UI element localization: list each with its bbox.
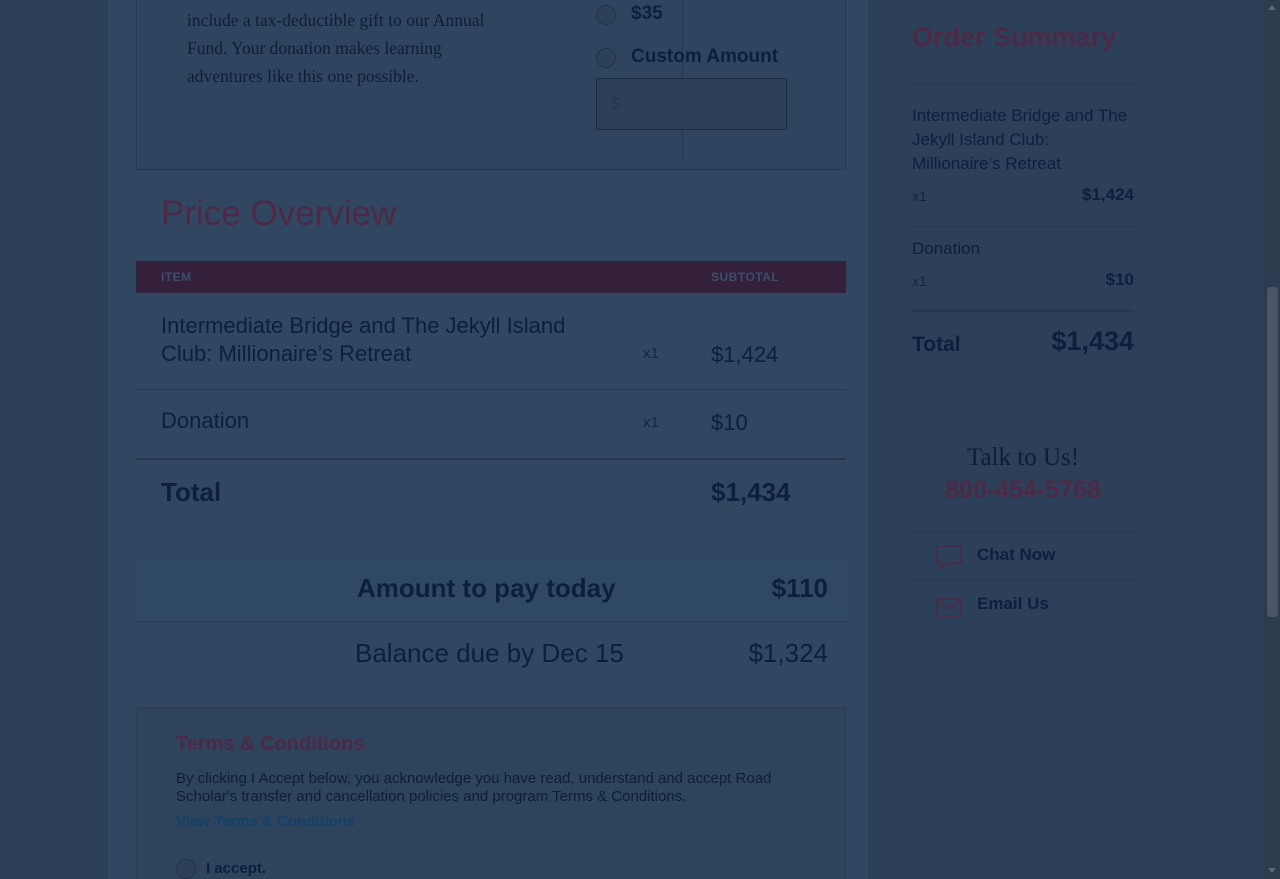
currency-prefix: $: [611, 94, 621, 113]
donation-custom-radio[interactable]: [596, 48, 616, 68]
chat-now-label: Chat Now: [977, 545, 1056, 564]
balance-due-label: Balance due by Dec 15: [355, 638, 624, 668]
scroll-thumb[interactable]: [1267, 287, 1278, 617]
terms-title: Terms & Conditions: [176, 733, 365, 755]
scroll-down-icon[interactable]: [1268, 868, 1276, 873]
donation-custom-label[interactable]: Custom Amount: [631, 46, 778, 68]
subtotal-column-header: SUBTOTAL: [711, 270, 780, 284]
summary-item-name: Intermediate Bridge and The Jekyll Islan…: [912, 106, 1128, 173]
summary-item-price: $10: [1105, 270, 1134, 289]
item-name: Donation: [161, 408, 250, 433]
total-divider: [136, 458, 846, 460]
view-terms-link[interactable]: View Terms & Conditions: [176, 813, 355, 830]
accept-radio[interactable]: [176, 859, 196, 879]
summary-item-qty: x1: [912, 188, 927, 204]
email-us-button[interactable]: Email Us: [912, 580, 1134, 629]
chat-bubble-icon: [936, 545, 962, 570]
terms-text: By clicking I Accept below, you acknowle…: [176, 770, 772, 805]
envelope-icon: [936, 598, 962, 617]
total-label: Total: [161, 477, 222, 507]
item-column-header: ITEM: [161, 270, 192, 284]
amount-today-value: $110: [771, 573, 828, 603]
summary-total-divider: [912, 310, 1134, 312]
chat-now-button[interactable]: Chat Now: [912, 531, 1134, 580]
summary-item-qty: x1: [912, 273, 927, 289]
donation-description: include a tax-deductible gift to our Ann…: [187, 10, 485, 86]
accept-label[interactable]: I accept.: [206, 860, 266, 877]
talk-to-us-heading: Talk to Us!: [966, 444, 1080, 471]
summary-item-price: $1,424: [1082, 185, 1134, 204]
summary-item-name: Donation: [912, 239, 981, 258]
donation-35-radio[interactable]: [596, 5, 616, 25]
price-overview-title: Price Overview: [161, 194, 397, 233]
price-table-header: ITEM SUBTOTAL: [136, 261, 846, 293]
amount-today-label: Amount to pay today: [357, 573, 616, 603]
summary-total-value: $1,434: [1051, 326, 1134, 356]
custom-amount-input[interactable]: $: [596, 78, 787, 130]
scroll-up-icon[interactable]: [1268, 5, 1276, 10]
table-row: Donation x1 $10: [136, 390, 846, 458]
page-scrollbar[interactable]: [1264, 0, 1280, 879]
item-quantity: x1: [643, 345, 659, 362]
summary-divider: [912, 226, 1134, 227]
table-row: Intermediate Bridge and The Jekyll Islan…: [136, 293, 846, 390]
payment-box: Amount to pay today $110 Balance due by …: [136, 557, 846, 687]
balance-due-value: $1,324: [748, 638, 828, 668]
phone-number-link[interactable]: 800-454-5768: [912, 476, 1134, 505]
item-name: Intermediate Bridge and The Jekyll Islan…: [161, 313, 566, 366]
item-quantity: x1: [643, 414, 659, 431]
total-value: $1,434: [711, 477, 791, 507]
email-us-label: Email Us: [977, 594, 1049, 613]
summary-total-label: Total: [912, 333, 961, 356]
item-subtotal: $10: [711, 410, 748, 435]
item-subtotal: $1,424: [711, 342, 779, 367]
summary-divider: [912, 83, 1134, 84]
order-summary-title: Order Summary: [912, 22, 1117, 52]
amount-today-row: Amount to pay today $110: [136, 557, 846, 622]
donation-35-label[interactable]: $35: [631, 3, 663, 25]
